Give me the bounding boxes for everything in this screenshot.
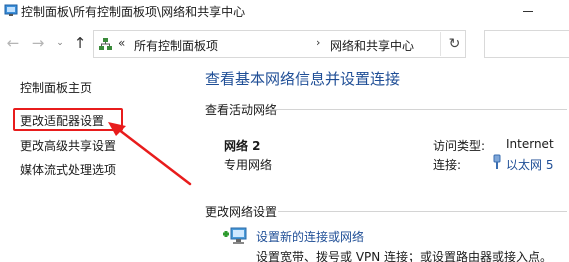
access-type-value: Internet <box>506 137 554 151</box>
forward-arrow-icon[interactable]: → <box>30 34 46 52</box>
up-arrow-icon[interactable]: ↑ <box>72 34 88 52</box>
setup-new-connection-link[interactable]: 设置新的连接或网络 <box>256 228 364 245</box>
ethernet-icon <box>493 154 501 169</box>
minimize-button[interactable] <box>520 2 536 18</box>
breadcrumb-separator[interactable]: › <box>316 36 320 49</box>
network-name: 网络 2 <box>224 139 261 153</box>
recent-locations-chevron-icon[interactable]: ⌄ <box>52 34 68 52</box>
network-profile-type[interactable]: 专用网络 <box>224 156 272 173</box>
connections-label: 连接: <box>433 158 462 172</box>
control-panel-icon <box>4 4 18 16</box>
new-connection-icon <box>223 227 247 244</box>
annotation-arrow <box>108 122 192 186</box>
refresh-icon[interactable]: ↻ <box>440 32 468 56</box>
address-bar[interactable]: « 所有控制面板项 › 网络和共享中心 ⌵ <box>93 30 526 58</box>
network-center-icon <box>99 38 112 50</box>
address-overflow-chevron[interactable]: « <box>118 36 125 50</box>
change-network-settings-heading: 更改网络设置 <box>205 205 278 219</box>
navigation-bar: ← → ⌄ ↑ « 所有控制面板项 › 网络和共享中心 ⌵ ↻ <box>0 28 569 60</box>
setup-new-connection-description: 设置宽带、拨号或 VPN 连接；或设置路由器或接入点。 <box>256 250 553 262</box>
breadcrumb-network-sharing-center[interactable]: 网络和共享中心 <box>330 37 414 54</box>
search-input[interactable] <box>484 30 569 58</box>
breadcrumb-all-control-panel-items[interactable]: 所有控制面板项 <box>134 37 218 54</box>
window-title: 控制面板\所有控制面板项\网络和共享中心 <box>21 5 246 19</box>
page-title: 查看基本网络信息并设置连接 <box>205 70 401 88</box>
title-bar: 控制面板\所有控制面板项\网络和共享中心 <box>0 0 569 22</box>
section-divider <box>278 211 567 212</box>
connection-link-ethernet[interactable]: 以太网 5 <box>506 156 553 173</box>
back-arrow-icon[interactable]: ← <box>5 34 21 52</box>
access-type-label: 访问类型: <box>433 139 486 153</box>
section-divider <box>262 109 567 110</box>
nav-control-panel-home[interactable]: 控制面板主页 <box>20 79 92 96</box>
